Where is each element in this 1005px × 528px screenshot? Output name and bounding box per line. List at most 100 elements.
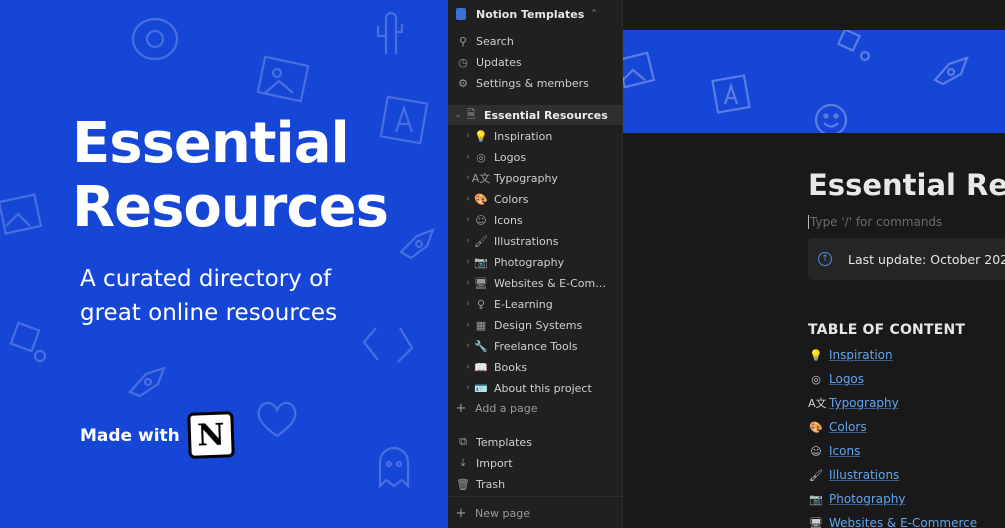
sidebar-page-0[interactable]: › 💡 Inspiration (448, 126, 623, 146)
sidebar-page-label: E-Learning (494, 297, 553, 311)
smiley-icon (814, 103, 848, 133)
sidebar-page-label: Illustrations (494, 234, 559, 248)
sidebar-item-updates[interactable]: ◷ Updates (448, 52, 623, 72)
image-icon (256, 55, 310, 103)
toc-item[interactable]: 💡 Inspiration (808, 346, 893, 364)
camera-icon: 📷 (809, 492, 823, 506)
command-placeholder[interactable]: Type '/' for commands (808, 215, 942, 229)
chevron-right-icon[interactable]: › (462, 257, 474, 267)
sidebar-page-label: Icons (494, 213, 523, 227)
sidebar-page-5[interactable]: › 🖌 Illustrations (448, 231, 623, 251)
page-icon: 🗎 (466, 107, 476, 121)
search-icon: ⚲ (458, 34, 468, 48)
sidebar-page-label: Colors (494, 192, 529, 206)
camera-icon: 📷 (474, 255, 488, 269)
toc-item[interactable]: ◎ Logos (808, 370, 864, 388)
sidebar-page-4[interactable]: › ☺ Icons (448, 210, 623, 230)
gear-icon: ⚙ (458, 76, 468, 90)
sidebar-page-1[interactable]: › ◎ Logos (448, 147, 623, 167)
callout-block[interactable]: ↑ Last update: October 2022 (808, 238, 1005, 280)
sidebar-page-10[interactable]: › 🔧 Freelance Tools (448, 336, 623, 356)
chevron-right-icon[interactable]: › (462, 341, 474, 351)
sidebar-page-label: Logos (494, 150, 527, 164)
palette-icon: 🎨 (809, 420, 823, 434)
grid-icon: ▦ (475, 318, 487, 332)
sidebar-item-label: Search (476, 34, 514, 48)
chevron-right-icon[interactable]: › (462, 152, 474, 162)
sidebar-page-2[interactable]: › A文 Typography (448, 168, 623, 188)
toc-item[interactable]: 🎨 Colors (808, 418, 867, 436)
chevron-right-icon[interactable]: › (462, 278, 474, 288)
workspace-switcher[interactable]: Notion Templates ⌃ (448, 4, 623, 24)
chevron-right-icon[interactable]: › (462, 383, 474, 393)
sidebar-item-label: Trash (476, 477, 506, 491)
sidebar-item-label: Updates (476, 55, 522, 69)
toc-item[interactable]: 📷 Photography (808, 490, 905, 508)
translate-icon: A文 (471, 172, 491, 185)
toc-link[interactable]: Photography (829, 492, 905, 506)
toc-link[interactable]: Logos (829, 372, 864, 386)
page-cover[interactable] (623, 30, 1005, 133)
promo-panel: Essential Resources A curated directory … (0, 0, 448, 528)
desktop-icon: 🖥 (474, 276, 488, 290)
sidebar-item-import[interactable]: ⤓ Import (448, 453, 623, 473)
promo-title-line: Essential (72, 111, 350, 176)
sidebar-item-settings[interactable]: ⚙ Settings & members (448, 73, 623, 93)
sidebar-page-essential-resources[interactable]: ⌄ 🗎 Essential Resources (448, 105, 623, 125)
add-page-button[interactable]: + Add a page (448, 398, 623, 418)
eye-icon (131, 17, 179, 61)
toc-item[interactable]: 🖥 Websites & E-Commerce (808, 514, 977, 528)
palette-icon: 🎨 (474, 192, 488, 206)
shape-icon (836, 30, 871, 62)
page-title[interactable]: Essential Reso (808, 168, 1005, 202)
clock-icon: ◷ (458, 55, 468, 69)
pen-nib-icon (399, 228, 435, 260)
sidebar-item-search[interactable]: ⚲ Search (448, 31, 623, 51)
chevron-right-icon[interactable]: › (462, 194, 474, 204)
promo-subtitle: A curated directory of great online reso… (80, 262, 420, 330)
lightbulb-icon: 💡 (809, 348, 823, 362)
brush-icon: 🖌 (809, 468, 823, 482)
sidebar-item-templates[interactable]: ⧉ Templates (448, 432, 623, 452)
toc-item[interactable]: ☺ Icons (808, 442, 860, 460)
shapes-icon: ⧉ (459, 435, 467, 448)
sidebar-page-8[interactable]: › ♀ E-Learning (448, 294, 623, 314)
chevron-right-icon[interactable]: › (462, 320, 474, 330)
download-icon: ⤓ (460, 456, 466, 469)
cactus-icon (376, 11, 404, 54)
new-page-button[interactable]: + New page (448, 503, 623, 523)
sidebar-item-trash[interactable]: 🗑 Trash (448, 474, 623, 494)
chevron-right-icon[interactable]: › (462, 131, 474, 141)
toc-heading: TABLE OF CONTENT (808, 322, 966, 338)
book-icon: 📖 (474, 360, 488, 374)
chevron-right-icon[interactable]: › (462, 236, 474, 246)
toc-link[interactable]: Inspiration (829, 348, 893, 362)
toc-link[interactable]: Illustrations (829, 468, 899, 482)
learner-icon: ♀ (476, 297, 486, 311)
toc-link[interactable]: Websites & E-Commerce (829, 516, 977, 528)
sidebar-item-label: Templates (476, 435, 532, 449)
notion-logo-icon: N (187, 411, 235, 459)
sidebar-page-12[interactable]: › 🪪 About this project (448, 378, 623, 398)
chevron-right-icon[interactable]: › (462, 362, 474, 372)
toc-link[interactable]: Typography (829, 396, 899, 410)
heart-icon (257, 401, 297, 438)
toc-link[interactable]: Colors (829, 420, 867, 434)
pen-nib-icon (128, 366, 166, 398)
shape-icon (9, 321, 47, 363)
chevron-down-icon[interactable]: ⌄ (452, 110, 464, 120)
toc-item[interactable]: 🖌 Illustrations (808, 466, 899, 484)
sidebar-page-label: Websites & E-Commer… (494, 276, 612, 290)
promo-title: Essential Resources (72, 111, 389, 240)
target-icon: ◎ (811, 372, 821, 386)
chevron-right-icon[interactable]: › (462, 215, 474, 225)
pen-nib-icon (933, 56, 969, 86)
sidebar-page-3[interactable]: › 🎨 Colors (448, 189, 623, 209)
toc-item[interactable]: A文 Typography (808, 394, 899, 412)
sidebar-page-9[interactable]: › ▦ Design Systems (448, 315, 623, 335)
chevron-right-icon[interactable]: › (462, 299, 474, 309)
sidebar-page-11[interactable]: › 📖 Books (448, 357, 623, 377)
sidebar-page-7[interactable]: ›🖥 Websites & E-Commer… (448, 273, 623, 293)
toc-link[interactable]: Icons (829, 444, 860, 458)
sidebar-page-6[interactable]: › 📷 Photography (448, 252, 623, 272)
